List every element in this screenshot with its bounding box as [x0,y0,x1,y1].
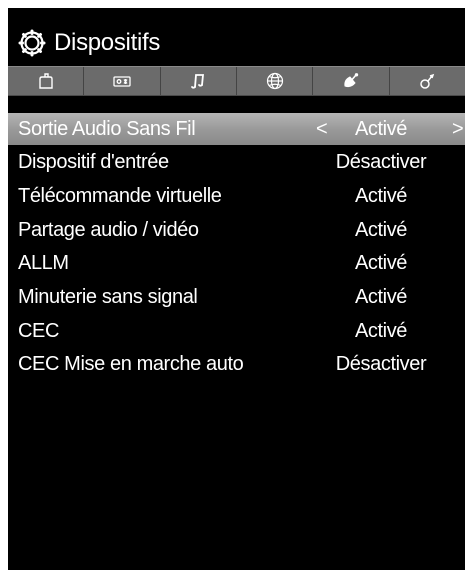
menu-row-label: Minuterie sans signal [18,285,198,308]
globe-icon [266,72,283,90]
settings-panel: Dispositifs Sortie Audio Sans Fil < Acti… [8,8,465,570]
menu-row-label: CEC [18,319,60,342]
menu-row-value: Activé [354,285,408,308]
menu-row-label: Sortie Audio Sans Fil [18,117,196,140]
gear-icon [18,29,46,57]
menu-row-label: ALLM [18,252,69,275]
tab-network[interactable] [237,67,314,95]
menu-row-cec-auto-power[interactable]: CEC Mise en marche auto Désactiver [8,349,465,381]
page-title: Dispositifs [54,29,161,56]
menu-row-av-sharing[interactable]: Partage audio / vidéo Activé [8,214,465,246]
menu-row-cec[interactable]: CEC Activé [8,315,465,347]
devices-icon [420,73,435,89]
menu-row-virtual-remote[interactable]: Télécommande virtuelle Activé [8,180,465,212]
settings-list: Sortie Audio Sans Fil < Activé > Disposi… [8,113,465,383]
tab-setup[interactable] [313,67,390,95]
menu-row-value: Activé [354,117,408,140]
arrow-right-icon[interactable]: > [452,118,464,141]
menu-row-value: Activé [354,184,408,207]
menu-row-wireless-audio[interactable]: Sortie Audio Sans Fil < Activé > [8,113,465,145]
tab-devices[interactable] [390,67,465,95]
display-icon [113,76,131,87]
tab-sound[interactable] [161,67,237,95]
tab-display[interactable] [84,67,161,95]
menu-row-input-device[interactable]: Dispositif d'entrée Désactiver [8,147,465,179]
music-note-icon [191,74,205,89]
menu-row-label: CEC Mise en marche auto [18,353,244,376]
menu-row-allm[interactable]: ALLM Activé [8,248,465,280]
menu-row-value: Désactiver [335,353,427,376]
menu-row-value: Activé [354,218,408,241]
tab-bar [8,66,465,96]
satellite-icon [344,73,359,88]
menu-row-no-signal-timer[interactable]: Minuterie sans signal Activé [8,281,465,313]
menu-row-value: Activé [354,319,408,342]
menu-row-label: Partage audio / vidéo [18,218,199,241]
menu-row-label: Télécommande virtuelle [18,184,222,207]
tab-picture[interactable] [8,67,85,95]
menu-row-value: Désactiver [335,151,427,174]
menu-row-value: Activé [354,252,408,275]
picture-icon [38,73,53,89]
menu-header: Dispositifs [8,26,160,60]
menu-row-label: Dispositif d'entrée [18,151,169,174]
